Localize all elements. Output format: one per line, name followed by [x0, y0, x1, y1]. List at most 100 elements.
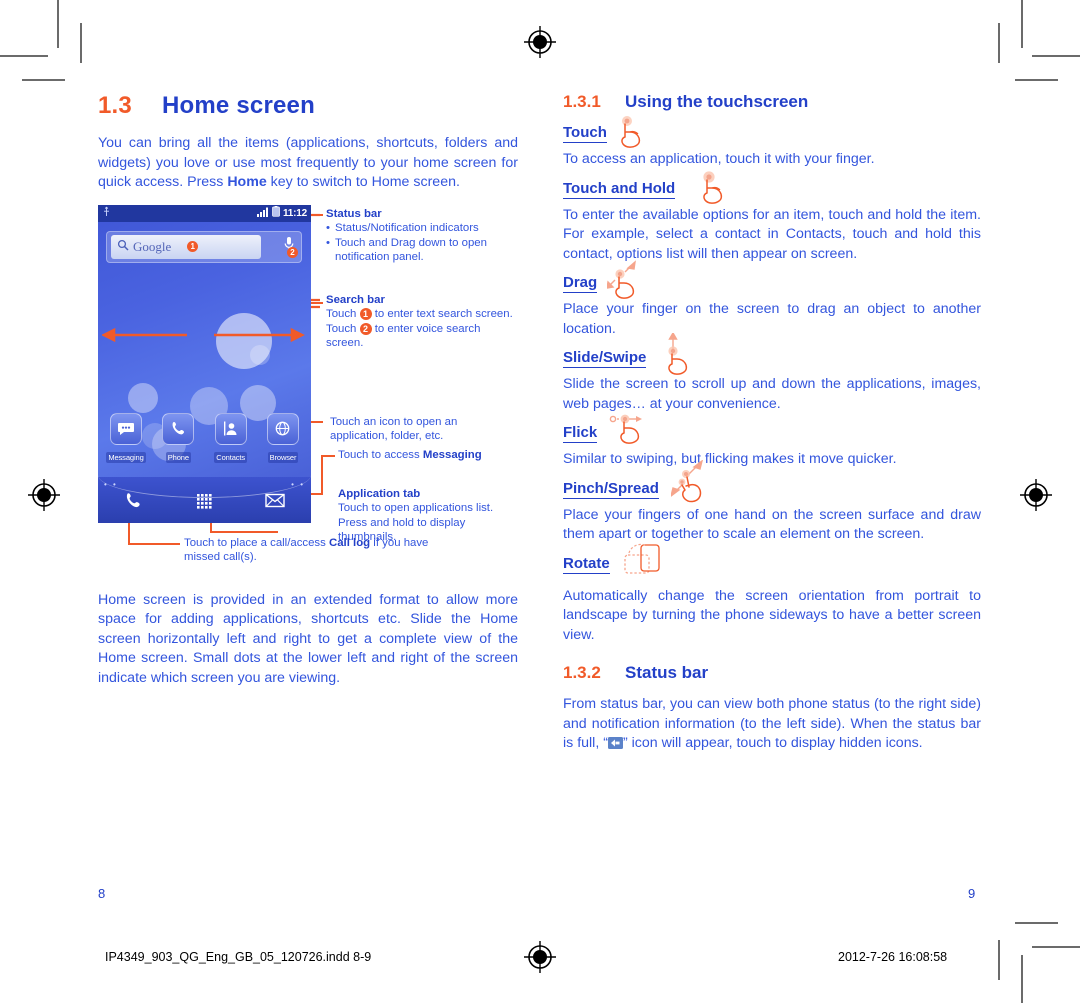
annotation-title: Application tab [338, 487, 421, 500]
section-number: 1.3.2 [563, 663, 601, 682]
crop-mark [80, 23, 82, 63]
app-label: Phone [165, 451, 191, 463]
signal-bars-icon [256, 207, 269, 220]
gesture-body-pinch-spread: Place your fingers of one hand on the sc… [563, 506, 981, 543]
globe-icon [266, 412, 299, 445]
gesture-body-flick: Similar to swiping, but flicking makes i… [563, 451, 897, 467]
gesture-heading-pinch-spread: Pinch/Spread [563, 458, 981, 502]
phone-bottom-bar: • • • • [98, 476, 311, 523]
crop-mark [998, 940, 1000, 980]
section-title: Status bar [625, 663, 709, 682]
status-para-post: ” icon will appear, touch to display hid… [622, 735, 923, 751]
annotation-call-log: Touch to place a call/access Call log if… [184, 536, 434, 565]
gesture-body-touch-and-hold: To enter the available options for an it… [563, 206, 981, 262]
crop-mark [1021, 955, 1023, 1003]
registration-mark-left [27, 478, 61, 512]
calllog-anno-bold: Call log [329, 536, 371, 549]
app-label: Contacts [214, 451, 248, 463]
section-heading-1-3-2: 1.3.2 Status bar [563, 663, 981, 683]
message-bubble-icon [110, 412, 142, 445]
crop-mark [22, 79, 65, 81]
page-number-left: 8 [98, 886, 106, 901]
gesture-heading-touch: Touch [563, 116, 981, 148]
hidden-icons-indicator-icon [607, 736, 623, 756]
intro-bold-home: Home [227, 174, 267, 190]
annotation-bullet: Touch and Drag down to open notification… [335, 236, 487, 264]
app-grid-icon[interactable] [194, 491, 214, 516]
magnifier-icon [117, 238, 129, 256]
leader-messaging-h2 [321, 454, 335, 457]
gesture-heading-rotate: Rotate [563, 543, 981, 581]
app-icon-contacts[interactable]: Contacts [209, 412, 253, 465]
gesture-label: Drag [563, 274, 598, 293]
search-anno-pre: Touch [326, 308, 360, 321]
search-input[interactable]: Google 1 [111, 234, 261, 259]
callout-badge-1: 1 [187, 241, 199, 252]
annotation-search-bar: Search bar Touch 1 to enter text search … [326, 293, 516, 351]
crop-mark [1015, 79, 1058, 81]
crop-mark [1032, 55, 1080, 57]
crop-mark [57, 0, 59, 48]
footer-timestamp: 2012-7-26 16:08:58 [838, 950, 948, 964]
phone-handset-icon[interactable] [124, 491, 143, 515]
footer-filename: IP4349_903_QG_Eng_GB_05_120726.indd 8-9 [105, 950, 372, 964]
registration-mark-bottom [523, 940, 557, 974]
annotation-bullet: Status/Notification indicators [335, 222, 479, 235]
section-heading-1-3-1: 1.3.1 Using the touchscreen [563, 92, 981, 112]
battery-icon [272, 206, 280, 220]
messaging-anno-bold: Messaging [422, 448, 482, 461]
person-icon [214, 412, 247, 445]
annotation-icon-note: Touch an icon to open an application, fo… [330, 415, 510, 444]
gesture-body-slide-swipe: Slide the screen to scroll up and down t… [563, 376, 981, 412]
crop-mark [998, 23, 1000, 63]
annotation-title: Search bar [326, 293, 385, 306]
gesture-heading-slide-swipe: Slide/Swipe [563, 331, 981, 375]
rotate-screen-icon [621, 541, 673, 585]
app-label: Messaging [106, 451, 146, 463]
search-anno-pre2: Touch [326, 322, 360, 335]
messaging-anno-pre: Touch to access [338, 448, 423, 461]
gesture-heading-drag: Drag [563, 260, 981, 299]
gesture-body-touch: To access an application, touch it with … [563, 151, 875, 167]
crop-mark [1021, 0, 1023, 48]
section-heading-1-3: 1.3 Home screen [98, 92, 518, 120]
intro-paragraph: You can bring all the items (application… [98, 134, 518, 193]
intro-text-b: key to switch to Home screen. [266, 174, 460, 190]
app-icon-phone[interactable]: Phone [156, 412, 200, 465]
callout-badge-2: 2 [287, 246, 298, 258]
annotation-status-bar: Status bar • Status/Notification indicato… [326, 207, 516, 265]
annotation-messaging: Touch to access Messaging [338, 448, 518, 463]
phone-home-screen-image: 11:12 Google 1 2 Messaging Phone Contact… [98, 204, 311, 523]
gesture-label: Slide/Swipe [563, 349, 647, 368]
app-icon-messaging[interactable]: Messaging [104, 412, 148, 465]
section-number: 1.3 [98, 92, 132, 119]
page-number-right: 9 [968, 886, 976, 901]
leader-apptab-h [210, 530, 278, 533]
usb-icon [102, 206, 111, 220]
envelope-icon[interactable] [265, 493, 286, 513]
left-page-column: 1.3 Home screen You can bring all the it… [98, 92, 518, 698]
hand-drag-icon [606, 258, 655, 306]
gesture-body-drag: Place your finger on the screen to drag … [563, 301, 981, 337]
swipe-arrows [102, 327, 305, 342]
gesture-body-rotate: Automatically change the screen orientat… [563, 587, 981, 643]
leader-calllog-h [128, 542, 180, 545]
gesture-label: Rotate [563, 554, 610, 574]
crop-mark [1015, 922, 1058, 924]
page-dots-left: • • [104, 479, 118, 489]
gesture-label: Flick [563, 424, 598, 443]
callout-badge-2: 2 [359, 322, 372, 335]
search-anno-post: to enter text search screen. [371, 308, 513, 321]
crop-mark [0, 55, 48, 57]
app-icon-browser[interactable]: Browser [261, 412, 305, 465]
phone-search-bar[interactable]: Google 1 2 [106, 230, 302, 263]
gesture-label: Pinch/Spread [563, 479, 659, 499]
right-page-column: 1.3.1 Using the touchscreen Touch To acc… [563, 92, 981, 766]
gesture-label: Touch and Hold [563, 179, 676, 199]
callout-badge-1: 1 [359, 308, 372, 321]
page-dots-right: • • [291, 479, 305, 489]
annotation-text: Touch an icon to open an application, fo… [330, 415, 458, 443]
crop-mark [1032, 946, 1080, 948]
leader-messaging-v [321, 454, 323, 495]
document-page: 1.3 Home screen You can bring all the it… [0, 0, 1080, 1003]
